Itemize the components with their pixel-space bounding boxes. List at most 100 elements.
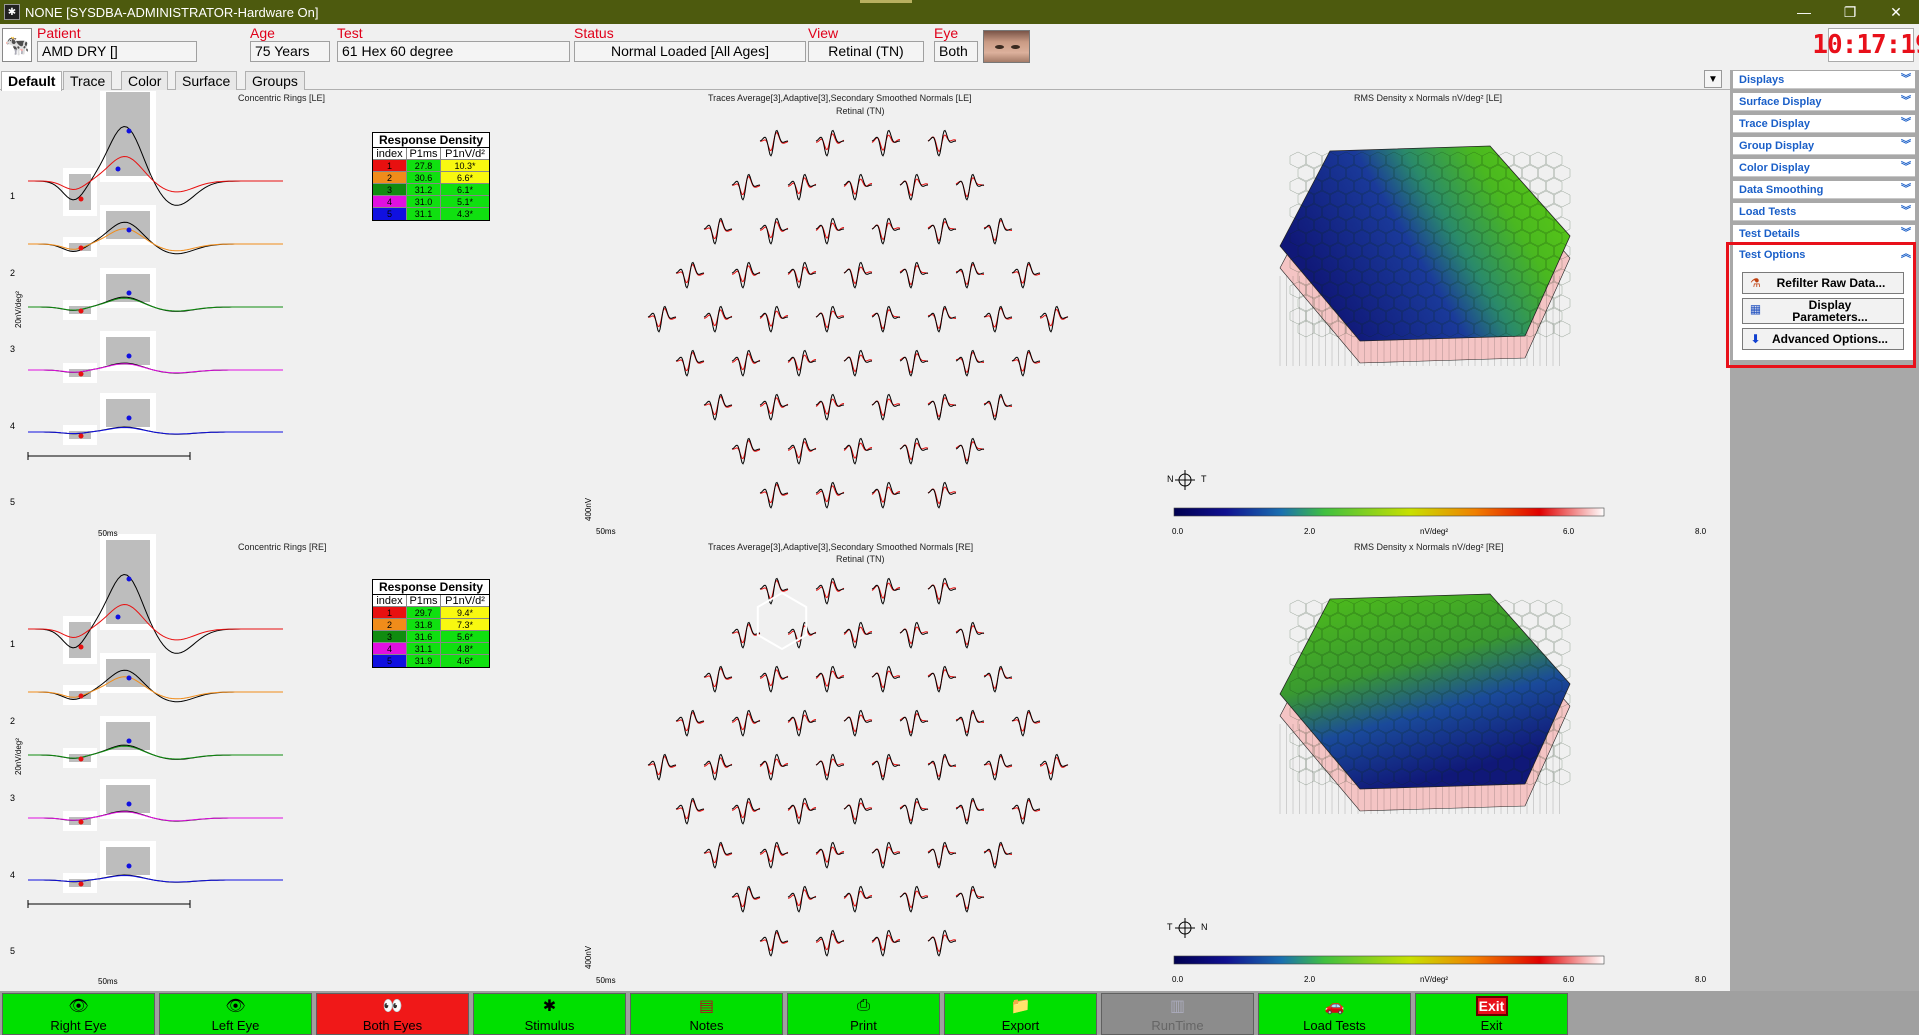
chevron-down-icon: ︾ bbox=[1901, 228, 1911, 239]
trough-window bbox=[63, 616, 97, 664]
orient-le-left: N bbox=[1167, 474, 1174, 484]
left-eye-button[interactable]: 👁 Left Eye bbox=[159, 993, 312, 1035]
surface-hex-cell bbox=[1289, 177, 1307, 195]
trace-normal bbox=[843, 173, 873, 201]
trace-normal bbox=[899, 709, 929, 737]
tab-default[interactable]: Default bbox=[1, 71, 63, 91]
title-bar: ✱ NONE [SYSDBA-ADMINISTRATOR-Hardware On… bbox=[0, 0, 1919, 24]
stimulus-icon: ✱ bbox=[542, 998, 557, 1015]
tab-dropdown-icon[interactable]: ▼ bbox=[1704, 70, 1722, 88]
n1-marker bbox=[78, 819, 84, 825]
tab-groups[interactable]: Groups bbox=[245, 71, 305, 90]
trace-normal bbox=[871, 481, 901, 509]
sidebar-item-label: Data Smoothing bbox=[1739, 184, 1824, 196]
test-value[interactable]: 61 Hex 60 degree bbox=[337, 41, 570, 62]
trace-array-plot bbox=[647, 129, 1069, 957]
rd-cell: 1 bbox=[373, 607, 407, 618]
sidebar-item-displays[interactable]: Displays ︾ bbox=[1733, 71, 1915, 89]
patient-logo-icon: 🐄 bbox=[2, 28, 32, 62]
restore-icon[interactable]: ❐ bbox=[1827, 0, 1873, 24]
trace-normal bbox=[787, 349, 817, 377]
ring-num-re-5: 5 bbox=[10, 946, 16, 956]
sidebar-item-test-details[interactable]: Test Details ︾ bbox=[1733, 225, 1915, 243]
status-value[interactable]: Normal Loaded [All Ages] bbox=[574, 41, 806, 62]
tab-color[interactable]: Color bbox=[121, 71, 169, 90]
selected-hexagon bbox=[756, 591, 808, 651]
rd-cell: 5 bbox=[373, 208, 407, 220]
right-eye-button[interactable]: 👁 Right Eye bbox=[2, 993, 155, 1035]
close-icon[interactable]: ✕ bbox=[1873, 0, 1919, 24]
trace-normal bbox=[787, 797, 817, 825]
stimulus-button[interactable]: ✱ Stimulus bbox=[473, 993, 626, 1035]
trace-normal bbox=[927, 129, 957, 157]
surface-hex-cell bbox=[1529, 625, 1547, 643]
ring-num-le-2: 2 bbox=[10, 268, 16, 278]
sidebar-item-label: Displays bbox=[1739, 74, 1785, 86]
sidebar-item-label: Test Details bbox=[1739, 228, 1800, 240]
options-sidebar: Displays ︾ Surface Display ︾ Trace Display… bbox=[1730, 70, 1919, 991]
surface-hex-cell bbox=[1529, 177, 1547, 195]
chevron-down-icon: ︾ bbox=[1901, 118, 1911, 129]
sidebar-item-data-smoothing[interactable]: Data Smoothing ︾ bbox=[1733, 181, 1915, 199]
response-density-table-re: Response Density index P1ms P1nV/d² 1 29.… bbox=[372, 579, 490, 668]
trace-normal bbox=[899, 885, 929, 913]
rd-cell: 4.6* bbox=[441, 655, 489, 667]
title-accent-bar bbox=[860, 0, 912, 3]
colorbar bbox=[1173, 507, 1605, 517]
rd-row: 2 30.6 6.6* bbox=[373, 172, 489, 184]
tab-surface[interactable]: Surface bbox=[175, 71, 238, 90]
ring-num-re-1: 1 bbox=[10, 639, 16, 649]
trace-normal bbox=[815, 217, 845, 245]
age-value[interactable]: 75 Years bbox=[250, 41, 330, 62]
main-display: Concentric Rings [LE] Concentric Rings [… bbox=[0, 91, 1730, 991]
trace-normal bbox=[955, 797, 985, 825]
ring-num-re-2: 2 bbox=[10, 716, 16, 726]
traces-le-yscale: 400nV bbox=[584, 497, 593, 521]
surface-hex-cell bbox=[1289, 625, 1307, 643]
view-tabs: Default Trace Color Surface Groups bbox=[0, 70, 1730, 91]
trace-normal bbox=[955, 349, 985, 377]
tab-trace[interactable]: Trace bbox=[63, 71, 113, 90]
sidebar-item-group-display[interactable]: Group Display ︾ bbox=[1733, 137, 1915, 155]
trace-normal bbox=[983, 217, 1013, 245]
trace-normal bbox=[927, 577, 957, 605]
both-eyes-button[interactable]: 👀 Both Eyes bbox=[316, 993, 469, 1035]
sidebar-item-load-tests[interactable]: Load Tests ︾ bbox=[1733, 203, 1915, 221]
p1-marker bbox=[126, 353, 132, 359]
highlight-box bbox=[1726, 242, 1916, 368]
rd-header-row: index P1ms P1nV/d² bbox=[373, 148, 489, 160]
surface-hex-cell bbox=[1553, 190, 1571, 208]
exit-button[interactable]: Exit Exit bbox=[1415, 993, 1568, 1035]
rd-cell: 31.1 bbox=[407, 208, 441, 220]
export-button[interactable]: 📁 Export bbox=[944, 993, 1097, 1035]
eye-value[interactable]: Both bbox=[934, 41, 978, 62]
rd-cell: 3 bbox=[373, 184, 407, 195]
rd-cell: 2 bbox=[373, 619, 407, 630]
rd-cell: 2 bbox=[373, 172, 407, 183]
minimize-icon[interactable]: — bbox=[1781, 0, 1827, 24]
notes-icon: ▤ bbox=[698, 998, 715, 1015]
rd-row: 3 31.2 6.1* bbox=[373, 184, 489, 196]
colorbar bbox=[1173, 955, 1605, 965]
age-label: Age bbox=[250, 25, 275, 41]
rings-le-xscale: 50ms bbox=[98, 529, 118, 538]
load-tests-button[interactable]: 🚗 Load Tests bbox=[1258, 993, 1411, 1035]
rings-re-xscale: 50ms bbox=[98, 977, 118, 986]
surface-hex-cell bbox=[1553, 638, 1571, 656]
view-value[interactable]: Retinal (TN) bbox=[808, 41, 924, 62]
stimulus-label: Stimulus bbox=[524, 1018, 575, 1033]
surface-hex-cell bbox=[1545, 625, 1563, 643]
sidebar-item-trace-display[interactable]: Trace Display ︾ bbox=[1733, 115, 1915, 133]
face-icon: 👀 bbox=[382, 998, 403, 1015]
trace-normal bbox=[871, 753, 901, 781]
surface-hex-cell bbox=[1537, 164, 1555, 182]
runtime-button[interactable]: ▥ RunTime bbox=[1101, 993, 1254, 1035]
print-button[interactable]: ⎙ Print bbox=[787, 993, 940, 1035]
notes-button[interactable]: ▤ Notes bbox=[630, 993, 783, 1035]
trace-normal bbox=[787, 261, 817, 289]
rd-cell: 31.0 bbox=[407, 196, 441, 207]
sidebar-item-surface-display[interactable]: Surface Display ︾ bbox=[1733, 93, 1915, 111]
sidebar-item-color-display[interactable]: Color Display ︾ bbox=[1733, 159, 1915, 177]
patient-value[interactable]: AMD DRY [] bbox=[37, 41, 197, 62]
ring-num-le-3: 3 bbox=[10, 344, 16, 354]
